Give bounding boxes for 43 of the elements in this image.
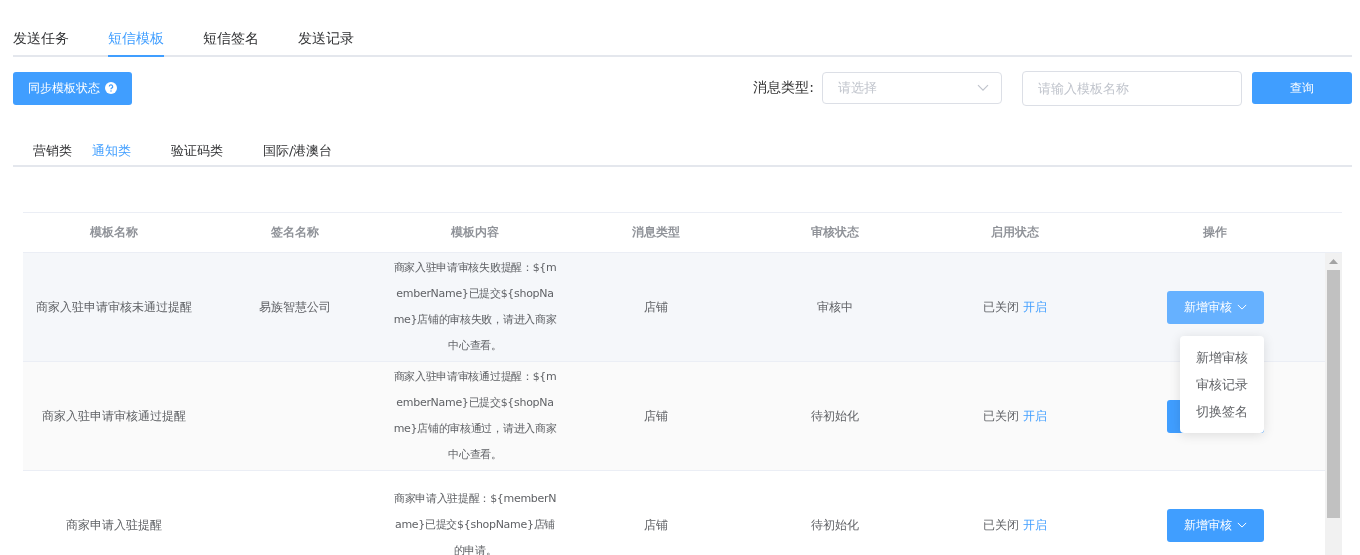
add-review-button[interactable]: 新增审核 (1166, 290, 1264, 324)
template-content: 商家入驻申请审核失败提醒：${memberName}已提交${shopName}店铺的审核失败，请进入商家中心查看。 (392, 260, 558, 354)
template-content: 商家申请入驻提醒：${memberName}已提交${shopName}店铺的申请。 (392, 491, 558, 555)
query-button[interactable]: 查询 (1252, 72, 1352, 104)
tab[interactable]: 发送任务 (13, 20, 69, 57)
table-cell: 待初始化 (811, 516, 859, 534)
table-cell: 店铺 (643, 516, 668, 534)
filter-label: 消息类型: (753, 79, 814, 97)
table-cell: 店铺 (643, 298, 668, 316)
template-content: 商家入驻申请审核通过提醒：${memberName}已提交${shopName}店铺的审核通过，请进入商家中心查看。 (392, 369, 558, 463)
table-cell: 审核中 (817, 298, 853, 316)
scrollbar[interactable] (1325, 253, 1342, 555)
menu-item[interactable]: 审核记录 (1180, 371, 1264, 398)
category-tab[interactable]: 营销类 (33, 137, 72, 165)
status-text: 已关闭 (983, 407, 1019, 425)
chevron-down-icon (1236, 522, 1247, 528)
scroll-up-icon[interactable] (1329, 259, 1338, 264)
chevron-down-icon (1236, 304, 1247, 310)
table-cell: 商家入驻申请审核通过提醒 (42, 407, 186, 425)
add-review-button[interactable]: 新增审核 (1166, 508, 1264, 542)
tab[interactable]: 短信签名 (203, 20, 259, 57)
enable-link[interactable]: 开启 (1023, 407, 1047, 425)
menu-item[interactable]: 新增审核 (1180, 344, 1264, 371)
menu-item[interactable]: 切换签名 (1180, 398, 1264, 425)
sync-status-button[interactable]: 同步模板状态 (13, 71, 132, 105)
table-cell: 易族智慧公司 (258, 298, 331, 316)
chevron-down-icon (977, 84, 989, 92)
tab[interactable]: 短信模板 (108, 20, 164, 57)
table-cell: 待初始化 (811, 407, 859, 425)
name-input-field[interactable]: 请输入模板名称 (1022, 70, 1242, 106)
enable-link[interactable]: 开启 (1023, 516, 1047, 534)
type-select[interactable]: 请选择 (822, 72, 1002, 104)
table-cell: 商家申请入驻提醒 (66, 516, 162, 534)
table-cell: 店铺 (643, 407, 668, 425)
table-cell: 商家入驻申请审核未通过提醒 (36, 298, 192, 316)
category-tab[interactable]: 验证码类 (171, 137, 223, 165)
tab[interactable]: 发送记录 (298, 20, 354, 57)
status-text: 已关闭 (983, 516, 1019, 534)
status-text: 已关闭 (983, 298, 1019, 316)
enable-link[interactable]: 开启 (1023, 298, 1047, 316)
help-icon (105, 82, 117, 94)
category-tab[interactable]: 通知类 (92, 137, 131, 165)
category-tab[interactable]: 国际/港澳台 (263, 137, 333, 165)
